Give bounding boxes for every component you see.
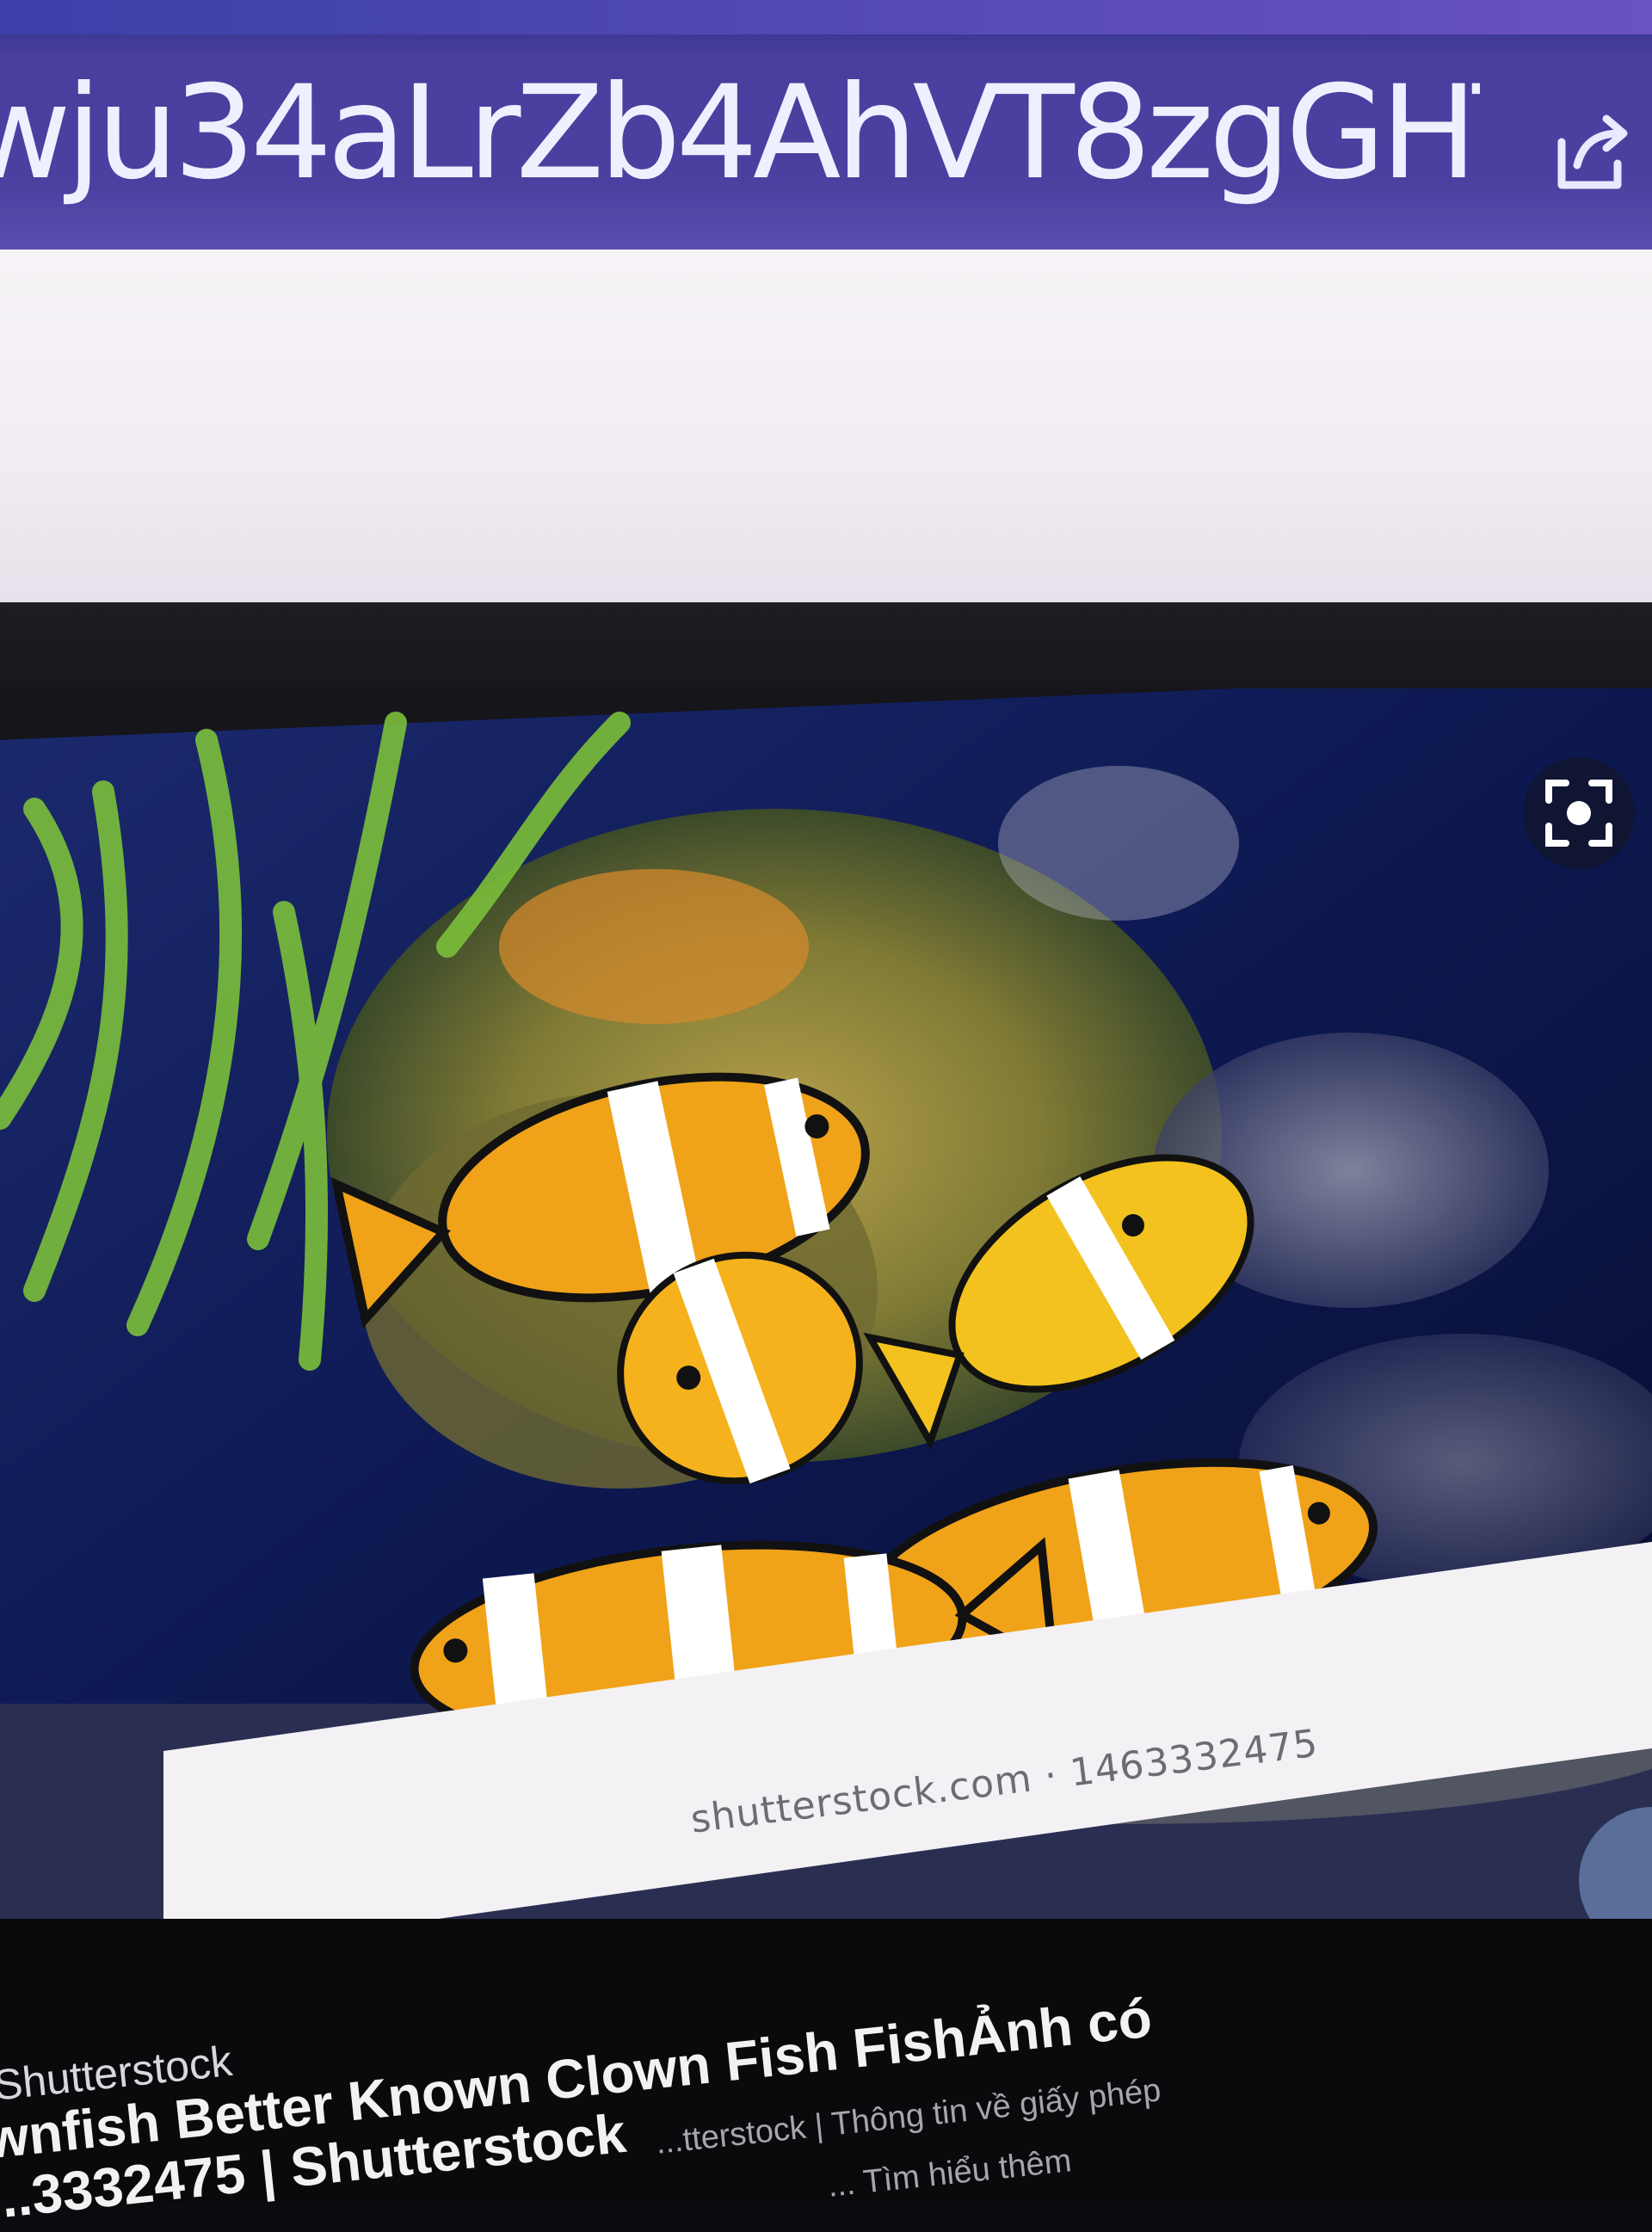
visual-search-button[interactable] xyxy=(1523,757,1635,869)
visual-search-icon xyxy=(1545,780,1612,847)
blank-content-panel xyxy=(0,250,1652,611)
share-icon xyxy=(1557,114,1628,189)
share-button[interactable] xyxy=(1540,99,1643,202)
address-bar[interactable]: wju34aLrZb4AhVT8zgGHT3xArAQ_AUo... xyxy=(0,0,1652,258)
address-bar-top-band xyxy=(0,0,1652,34)
url-text[interactable]: wju34aLrZb4AhVT8zgGHT3xArAQ_AUo... xyxy=(0,60,1480,207)
